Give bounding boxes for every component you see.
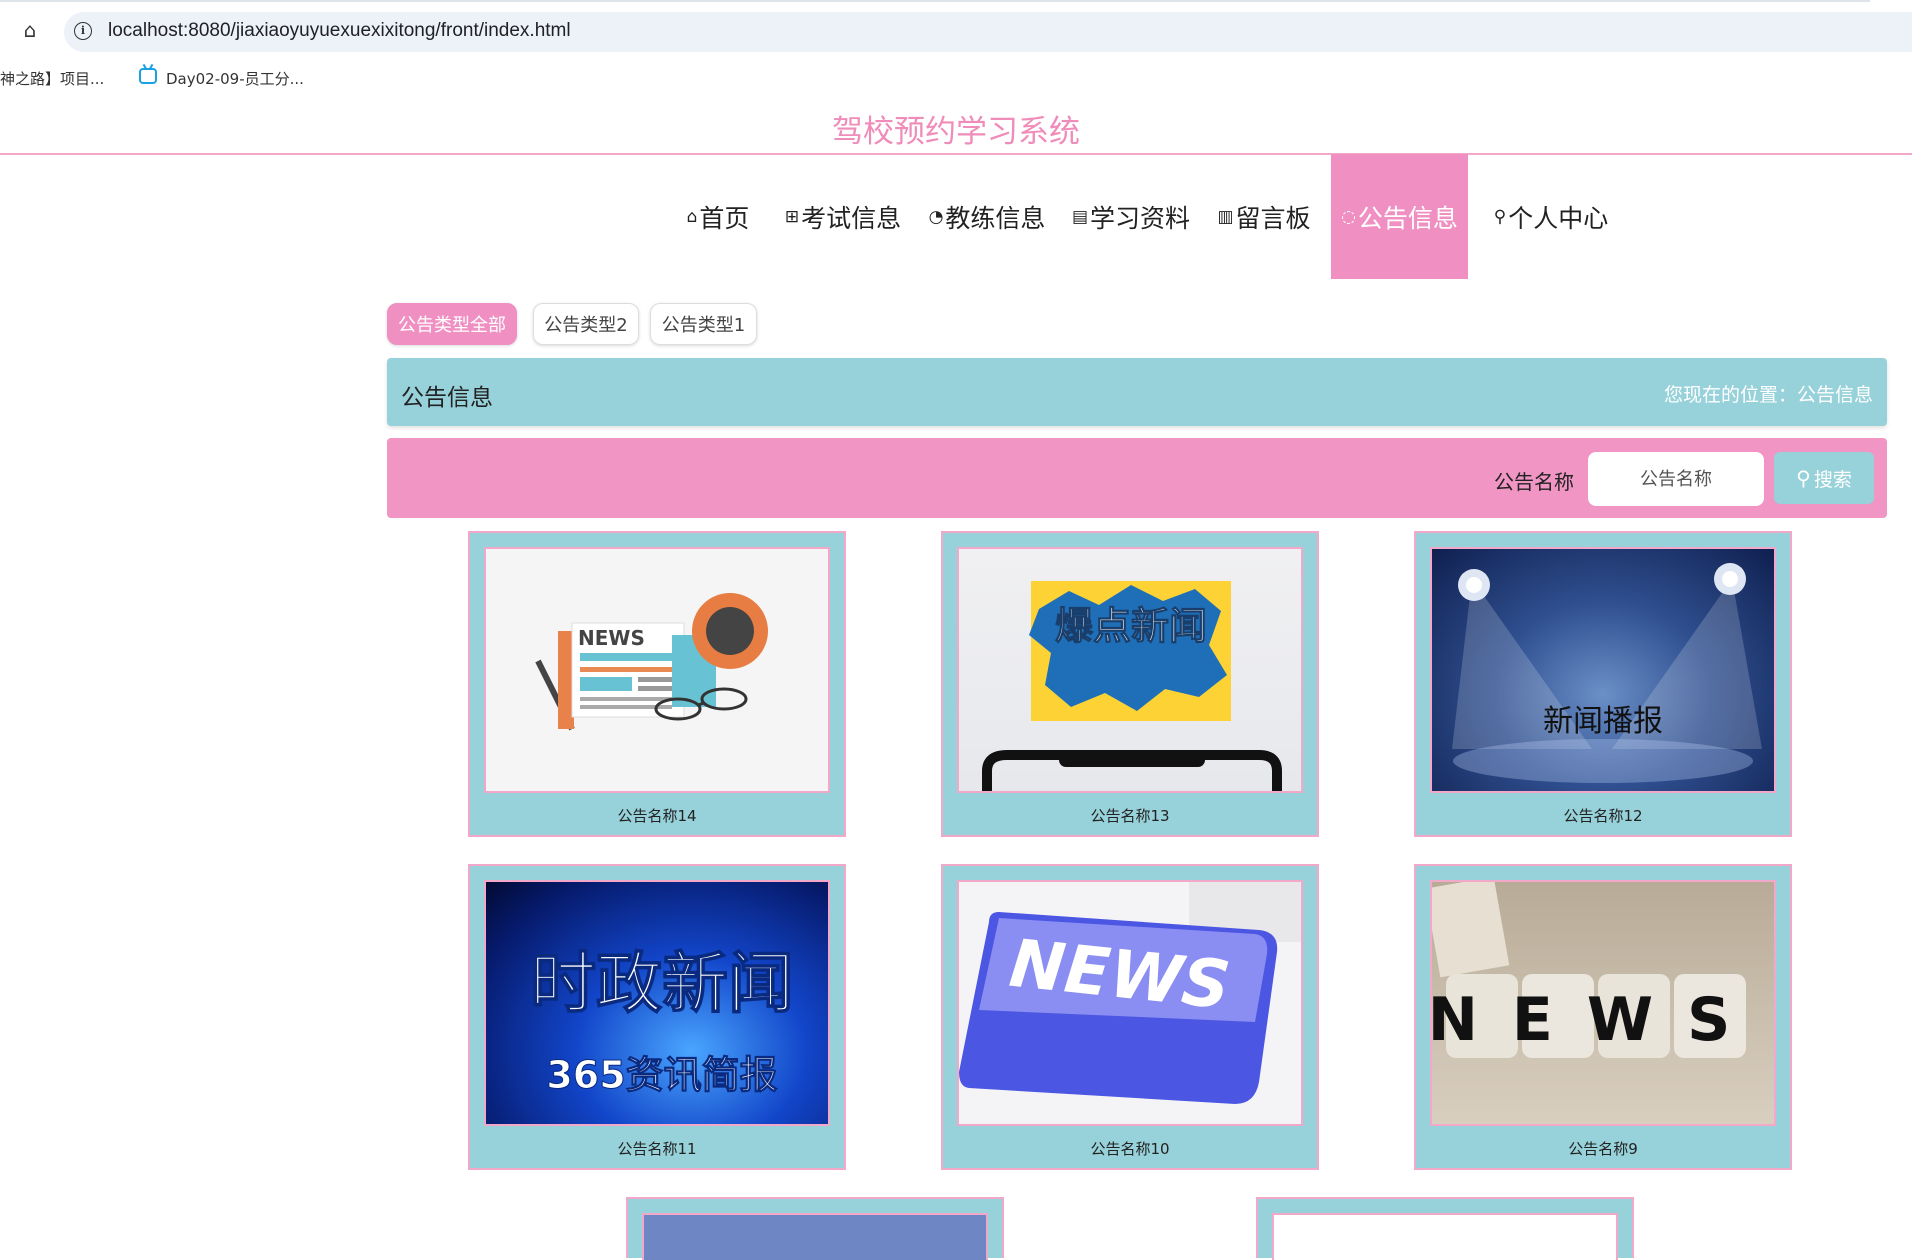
user-icon: ⚲ [1493, 206, 1507, 227]
bilibili-tv-icon [139, 68, 157, 84]
svg-text:365资讯简报: 365资讯简报 [546, 1053, 777, 1097]
political-news-image[interactable]: 时政新闻 365资讯简报 [484, 880, 830, 1126]
site-title: 驾校预约学习系统 [832, 114, 1080, 150]
nav-item-message-board[interactable]: ▥ 留言板 [1214, 154, 1314, 279]
nav-item-coach-info[interactable]: ◔ 教练信息 [926, 154, 1048, 279]
news-dice-image[interactable]: NEWS [1430, 880, 1776, 1126]
tab-type-2[interactable]: 公告类型2 [533, 303, 639, 345]
svg-text:时政新闻: 时政新闻 [530, 945, 794, 1022]
svg-text:爆点新闻: 爆点新闻 [1055, 604, 1207, 648]
section-title: 公告信息 [401, 385, 493, 411]
announcement-card[interactable]: 爆点新闻 公告名称13 [941, 531, 1319, 837]
palette-icon: ◔ [928, 206, 944, 227]
announcement-name[interactable]: 公告名称10 [943, 1138, 1317, 1159]
tab-type-all[interactable]: 公告类型全部 [387, 303, 517, 345]
nav-item-personal-center[interactable]: ⚲ 个人中心 [1490, 154, 1612, 279]
svg-text:新闻播报: 新闻播报 [1543, 704, 1663, 739]
announcement-image[interactable] [642, 1213, 988, 1260]
breadcrumb: 您现在的位置：公告信息 [1663, 384, 1873, 406]
news-illustration-image[interactable]: NEWS [484, 547, 830, 793]
breaking-news-image[interactable]: 爆点新闻 [957, 547, 1303, 793]
announcement-card-partial[interactable] [1256, 1197, 1634, 1260]
announcement-name[interactable]: 公告名称13 [943, 805, 1317, 826]
announcement-card-partial[interactable] [626, 1197, 1004, 1260]
announcement-card[interactable]: 新闻播报 公告名称12 [1414, 531, 1792, 837]
announcement-card[interactable]: NEWS 公告名称10 [941, 864, 1319, 1170]
info-icon[interactable]: i [74, 22, 92, 40]
bookmark-item[interactable]: Day02-09-员工分... [166, 68, 304, 89]
section-header: 公告信息 您现在的位置：公告信息 [387, 358, 1887, 426]
url-text[interactable]: localhost:8080/jiaxiaoyuyuexuexixitong/f… [108, 20, 571, 42]
search-button[interactable]: ⚲ 搜索 [1774, 452, 1874, 504]
tab-type-1[interactable]: 公告类型1 [650, 303, 757, 345]
main-nav: ⌂ 首页 ⊞ 考试信息 ◔ 教练信息 ▤ 学习资料 ▥ 留言板 ◌ 公告信息 ⚲ 个人中心 [0, 154, 1912, 279]
announcement-name[interactable]: 公告名称12 [1416, 805, 1790, 826]
home-icon: ⌂ [686, 206, 698, 227]
tab-strip-edge [0, 0, 1870, 2]
nav-item-exam-info[interactable]: ⊞ 考试信息 [782, 154, 904, 279]
home-icon[interactable]: ⌂ [16, 16, 44, 44]
search-panel: 公告名称 ⚲搜索 [387, 438, 1887, 518]
svg-text:NEWS: NEWS [578, 626, 645, 650]
nav-item-study-materials[interactable]: ▤ 学习资料 [1070, 154, 1192, 279]
nav-item-home[interactable]: ⌂ 首页 [680, 154, 756, 279]
announcement-card[interactable]: 时政新闻 365资讯简报 公告名称11 [468, 864, 846, 1170]
announcement-name[interactable]: 公告名称11 [470, 1138, 844, 1159]
search-label: 公告名称 [1494, 470, 1574, 494]
news-key-image[interactable]: NEWS [957, 880, 1303, 1126]
clipboard-icon: ▤ [1071, 206, 1089, 227]
search-input[interactable] [1588, 452, 1764, 506]
news-broadcast-image[interactable]: 新闻播报 [1430, 547, 1776, 793]
circle-icon: ◌ [1341, 206, 1356, 227]
announcement-name[interactable]: 公告名称14 [470, 805, 844, 826]
svg-text:NEWS: NEWS [1432, 985, 1764, 1055]
announcement-image[interactable] [1272, 1213, 1618, 1260]
bookmark-item[interactable]: 神之路】项目... [0, 68, 104, 89]
announcement-name[interactable]: 公告名称9 [1416, 1138, 1790, 1159]
announcement-card[interactable]: NEWS 公告名称9 [1414, 864, 1792, 1170]
search-icon: ⚲ [1796, 466, 1811, 490]
nav-item-announcements[interactable]: ◌ 公告信息 [1331, 154, 1468, 279]
gift-icon: ⊞ [784, 206, 800, 227]
announcement-card[interactable]: NEWS 公告名称14 [468, 531, 846, 837]
book-icon: ▥ [1217, 206, 1234, 227]
